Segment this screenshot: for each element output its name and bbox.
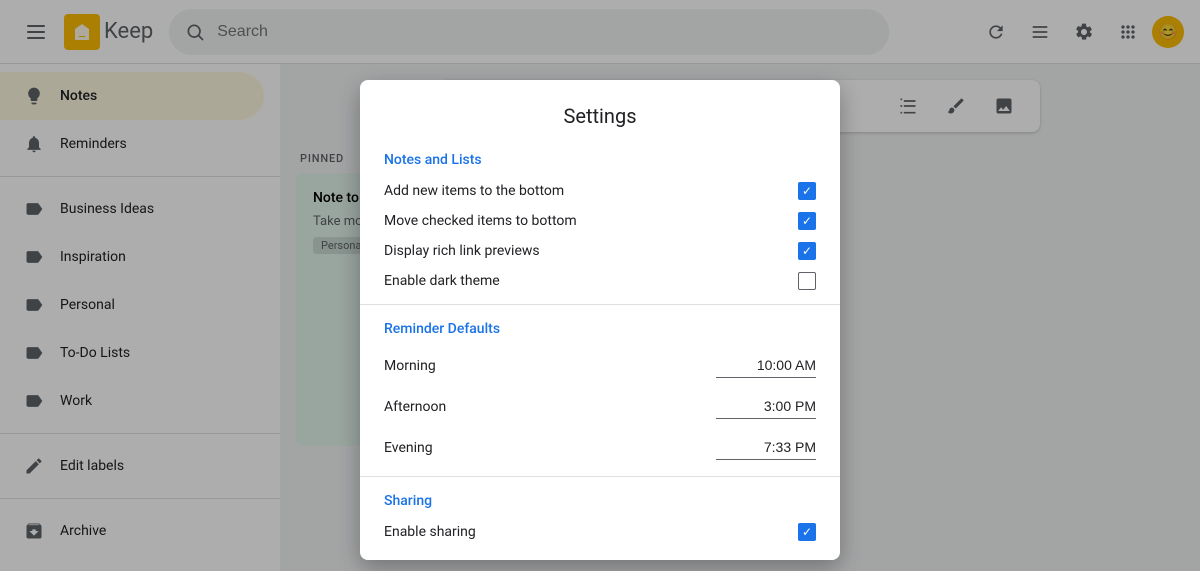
reminder-defaults-section-title: Reminder Defaults	[360, 313, 840, 345]
settings-row-move-checked: Move checked items to bottom	[360, 206, 840, 236]
afternoon-label: Afternoon	[384, 399, 446, 415]
settings-row-morning: Morning	[360, 345, 840, 386]
dark-theme-label: Enable dark theme	[384, 273, 500, 289]
settings-title: Settings	[360, 80, 840, 144]
morning-label: Morning	[384, 358, 436, 374]
evening-label: Evening	[384, 440, 433, 456]
evening-time-input[interactable]	[716, 435, 816, 460]
settings-row-rich-link: Display rich link previews	[360, 236, 840, 266]
settings-row-afternoon: Afternoon	[360, 386, 840, 427]
afternoon-time-input[interactable]	[716, 394, 816, 419]
settings-overlay[interactable]: Settings Notes and Lists Add new items t…	[0, 0, 1200, 571]
settings-row-evening: Evening	[360, 427, 840, 468]
settings-divider-2	[360, 476, 840, 477]
dark-theme-checkbox[interactable]	[798, 272, 816, 290]
rich-link-checkbox[interactable]	[798, 242, 816, 260]
morning-time-input[interactable]	[716, 353, 816, 378]
settings-row-enable-sharing: Enable sharing	[360, 517, 840, 547]
settings-row-dark-theme: Enable dark theme	[360, 266, 840, 296]
move-checked-checkbox[interactable]	[798, 212, 816, 230]
add-bottom-checkbox[interactable]	[798, 182, 816, 200]
rich-link-label: Display rich link previews	[384, 243, 540, 259]
sharing-section-title: Sharing	[360, 485, 840, 517]
settings-dialog: Settings Notes and Lists Add new items t…	[360, 80, 840, 560]
settings-actions: Cancel Save	[360, 547, 840, 560]
notes-lists-section-title: Notes and Lists	[360, 144, 840, 176]
settings-divider-1	[360, 304, 840, 305]
add-bottom-label: Add new items to the bottom	[384, 183, 564, 199]
move-checked-label: Move checked items to bottom	[384, 213, 577, 229]
enable-sharing-label: Enable sharing	[384, 524, 476, 540]
settings-row-add-bottom: Add new items to the bottom	[360, 176, 840, 206]
enable-sharing-checkbox[interactable]	[798, 523, 816, 541]
